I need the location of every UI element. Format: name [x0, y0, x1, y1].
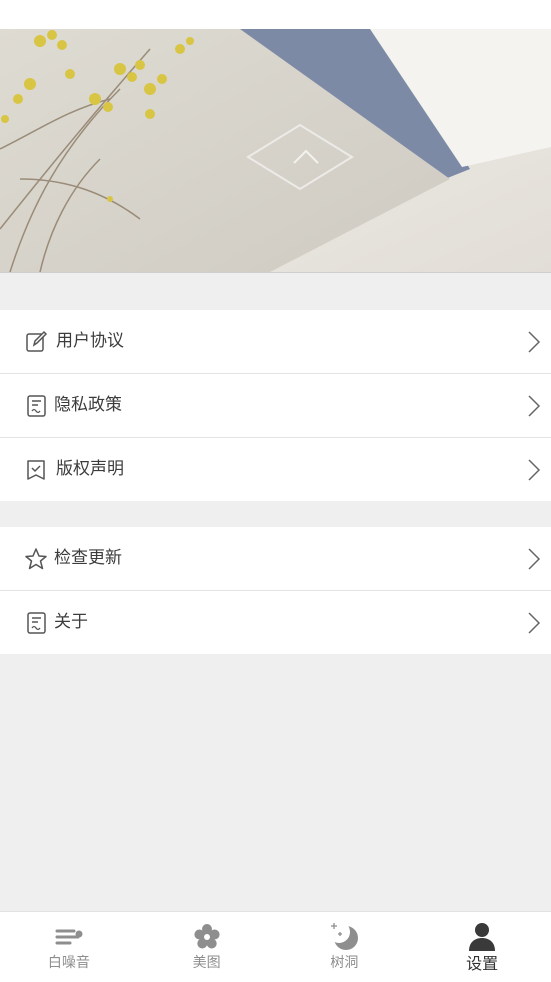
document-icon [27, 395, 46, 417]
chevron-right-icon [528, 459, 541, 481]
chevron-right-icon [528, 395, 541, 417]
status-bar [0, 0, 551, 29]
chevron-right-icon [528, 331, 541, 353]
document-icon [27, 612, 46, 634]
copyright-label: 版权声明 [56, 459, 124, 479]
banner-image [0, 29, 551, 273]
about-label: 关于 [54, 612, 88, 632]
check-update-row[interactable]: 检查更新 [0, 527, 551, 591]
tab-settings[interactable]: 设置 [413, 912, 551, 982]
chevron-right-icon [528, 548, 541, 570]
user-agreement-label: 用户协议 [56, 331, 124, 351]
settings-group-app: 检查更新 关于 [0, 527, 551, 654]
flower-icon [194, 924, 220, 949]
privacy-policy-label: 隐私政策 [54, 395, 122, 415]
check-bookmark-icon [27, 460, 45, 480]
tab-tree-hole[interactable]: 树洞 [276, 912, 414, 982]
copyright-row[interactable]: 版权声明 [0, 438, 551, 501]
tab-white-noise-label: 白噪音 [47, 955, 90, 971]
tab-tree-hole-label: 树洞 [330, 955, 359, 971]
moon-icon [329, 922, 359, 950]
check-update-label: 检查更新 [54, 548, 122, 568]
about-row[interactable]: 关于 [0, 591, 551, 654]
tab-pictures-label: 美图 [192, 955, 221, 971]
bottom-tab-bar: 白噪音 美图 树洞 设置 [0, 911, 551, 982]
tab-settings-label: 设置 [466, 954, 499, 973]
user-agreement-row[interactable]: 用户协议 [0, 310, 551, 374]
tab-white-noise[interactable]: 白噪音 [0, 912, 138, 982]
tab-pictures[interactable]: 美图 [138, 912, 276, 982]
wind-icon [55, 929, 83, 945]
chevron-right-icon [528, 612, 541, 634]
edit-icon [26, 330, 48, 352]
star-icon [25, 548, 47, 570]
user-icon [469, 923, 496, 951]
settings-group-legal: 用户协议 隐私政策 版权声明 [0, 310, 551, 501]
privacy-policy-row[interactable]: 隐私政策 [0, 374, 551, 438]
